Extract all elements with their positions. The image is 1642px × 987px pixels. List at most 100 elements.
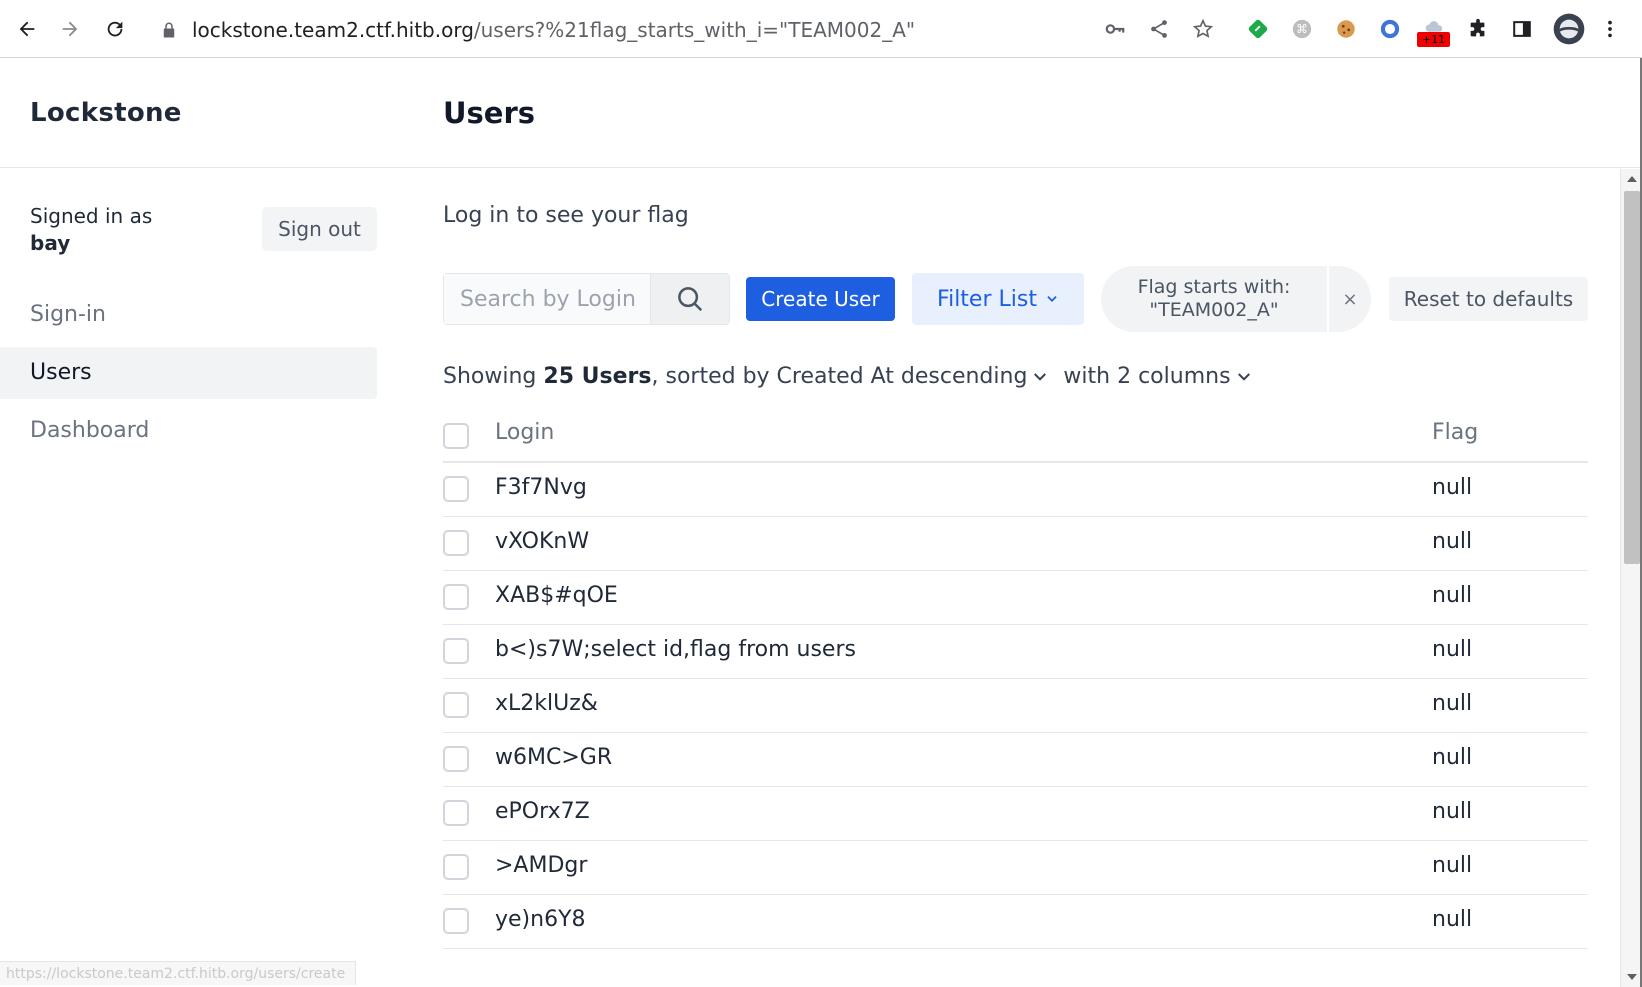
- forward-arrow-icon[interactable]: [55, 14, 85, 44]
- table-row[interactable]: w6MC>GR null: [443, 733, 1588, 787]
- puzzle-extensions-icon[interactable]: [1464, 15, 1492, 43]
- row-login[interactable]: ye)n6Y8: [495, 907, 586, 932]
- more-menu-icon[interactable]: [1596, 15, 1624, 43]
- column-header-flag[interactable]: Flag: [1432, 420, 1478, 445]
- browser-toolbar: lockstone.team2.ctf.hitb.org/users?%21fl…: [0, 0, 1642, 58]
- row-flag: null: [1432, 745, 1473, 770]
- row-checkbox[interactable]: [443, 800, 469, 826]
- key-icon[interactable]: [1101, 15, 1129, 43]
- row-flag: null: [1432, 637, 1473, 662]
- back-arrow-icon[interactable]: [12, 14, 42, 44]
- sign-out-button[interactable]: Sign out: [262, 207, 377, 251]
- filter-list-label: Filter List: [937, 286, 1037, 312]
- columns-label: with 2 columns: [1063, 364, 1231, 389]
- chevron-down-icon: [1034, 372, 1047, 381]
- column-header-login[interactable]: Login: [495, 420, 554, 445]
- table-row[interactable]: ye)n6Y8 null: [443, 895, 1588, 949]
- summary-prefix: Showing: [443, 364, 537, 389]
- address-bar[interactable]: lockstone.team2.ctf.hitb.org/users?%21fl…: [160, 15, 915, 45]
- share-icon[interactable]: [1145, 15, 1173, 43]
- table-row[interactable]: >AMDgr null: [443, 841, 1588, 895]
- cookie-icon[interactable]: [1332, 15, 1360, 43]
- row-login[interactable]: >AMDgr: [495, 853, 587, 878]
- row-checkbox[interactable]: [443, 908, 469, 934]
- table-row[interactable]: xL2klUz& null: [443, 679, 1588, 733]
- row-login[interactable]: ePOrx7Z: [495, 799, 590, 824]
- search-icon: [678, 287, 703, 312]
- url-path: /users?%21flag_starts_with_i="TEAM002_A": [473, 18, 916, 42]
- reload-icon[interactable]: [100, 14, 130, 44]
- signed-in-label: Signed in as: [30, 204, 153, 228]
- svg-text:⌘: ⌘: [1296, 22, 1308, 36]
- remove-filter-close-icon[interactable]: ×: [1329, 266, 1371, 332]
- results-summary: Showing 25 Users, sorted by Created At d…: [443, 364, 1253, 389]
- side-panel-icon[interactable]: [1508, 15, 1536, 43]
- signed-in-username: bay: [30, 231, 71, 255]
- row-checkbox[interactable]: [443, 746, 469, 772]
- sidebar-item-users[interactable]: Users: [0, 347, 377, 399]
- filter-chip: Flag starts with: "TEAM002_A" ×: [1101, 266, 1371, 332]
- page-scrollbar[interactable]: [1620, 169, 1642, 987]
- ring-extension-icon[interactable]: [1376, 15, 1404, 43]
- summary-count: 25 Users: [543, 364, 652, 389]
- row-flag: null: [1432, 583, 1473, 608]
- table-row[interactable]: F3f7Nvg null: [443, 463, 1588, 517]
- sidebar-item-sign-in[interactable]: Sign-in: [0, 289, 377, 341]
- signed-in-info: Signed in as bay: [30, 203, 152, 257]
- extension-badge: +11: [1417, 32, 1450, 47]
- row-checkbox[interactable]: [443, 476, 469, 502]
- row-checkbox[interactable]: [443, 692, 469, 718]
- table-row[interactable]: b<)s7W;select id,flag from users null: [443, 625, 1588, 679]
- row-checkbox[interactable]: [443, 530, 469, 556]
- search-input[interactable]: [444, 274, 650, 324]
- row-flag: null: [1432, 853, 1473, 878]
- row-login[interactable]: w6MC>GR: [495, 745, 612, 770]
- sidebar: Signed in as bay Sign out Sign-in Users …: [0, 169, 400, 987]
- sidebar-item-dashboard[interactable]: Dashboard: [0, 405, 377, 457]
- command-extension-icon[interactable]: ⌘: [1288, 15, 1316, 43]
- scroll-thumb[interactable]: [1624, 191, 1640, 564]
- row-checkbox[interactable]: [443, 638, 469, 664]
- search-box: [443, 273, 730, 325]
- columns-dropdown[interactable]: with 2 columns: [1063, 364, 1252, 389]
- scroll-down-arrow-icon[interactable]: [1627, 974, 1637, 980]
- table-row[interactable]: vXOKnW null: [443, 517, 1588, 571]
- table-row[interactable]: XAB$#qOE null: [443, 571, 1588, 625]
- table-row[interactable]: ePOrx7Z null: [443, 787, 1588, 841]
- scroll-up-arrow-icon[interactable]: [1627, 176, 1637, 182]
- row-flag: null: [1432, 529, 1473, 554]
- url-host: lockstone.team2.ctf.hitb.org: [192, 18, 474, 42]
- star-icon[interactable]: [1189, 15, 1217, 43]
- chevron-down-icon: [1237, 372, 1250, 381]
- select-all-checkbox[interactable]: [443, 423, 469, 449]
- page-title: Users: [443, 96, 536, 130]
- row-login[interactable]: b<)s7W;select id,flag from users: [495, 637, 856, 662]
- create-user-button[interactable]: Create User: [746, 277, 895, 321]
- row-login[interactable]: vXOKnW: [495, 529, 589, 554]
- sort-label: , sorted by Created At descending: [651, 364, 1028, 389]
- lock-icon: [163, 22, 175, 38]
- row-login[interactable]: xL2klUz&: [495, 691, 598, 716]
- search-button[interactable]: [650, 274, 729, 324]
- row-checkbox[interactable]: [443, 584, 469, 610]
- filter-list-button[interactable]: Filter List: [912, 273, 1084, 325]
- sort-dropdown[interactable]: , sorted by Created At descending: [652, 364, 1050, 389]
- filter-chip-text[interactable]: Flag starts with: "TEAM002_A": [1101, 266, 1329, 332]
- row-flag: null: [1432, 907, 1473, 932]
- row-flag: null: [1432, 799, 1473, 824]
- app-header: Lockstone Users: [0, 58, 1642, 168]
- row-checkbox[interactable]: [443, 854, 469, 880]
- users-table: Login Flag F3f7Nvg null vXOKnW null XAB$…: [443, 408, 1588, 949]
- brand-logo[interactable]: Lockstone: [30, 98, 182, 128]
- filter-chip-value: "TEAM002_A": [1149, 299, 1279, 321]
- green-extension-icon[interactable]: [1244, 15, 1272, 43]
- table-header: Login Flag: [443, 408, 1588, 463]
- row-login[interactable]: F3f7Nvg: [495, 475, 587, 500]
- filter-chip-label: Flag starts with:: [1137, 276, 1291, 298]
- row-flag: null: [1432, 475, 1473, 500]
- row-flag: null: [1432, 691, 1473, 716]
- reset-defaults-button[interactable]: Reset to defaults: [1389, 277, 1588, 321]
- profile-avatar[interactable]: [1552, 12, 1586, 46]
- row-login[interactable]: XAB$#qOE: [495, 583, 618, 608]
- chevron-down-icon: [1047, 296, 1057, 302]
